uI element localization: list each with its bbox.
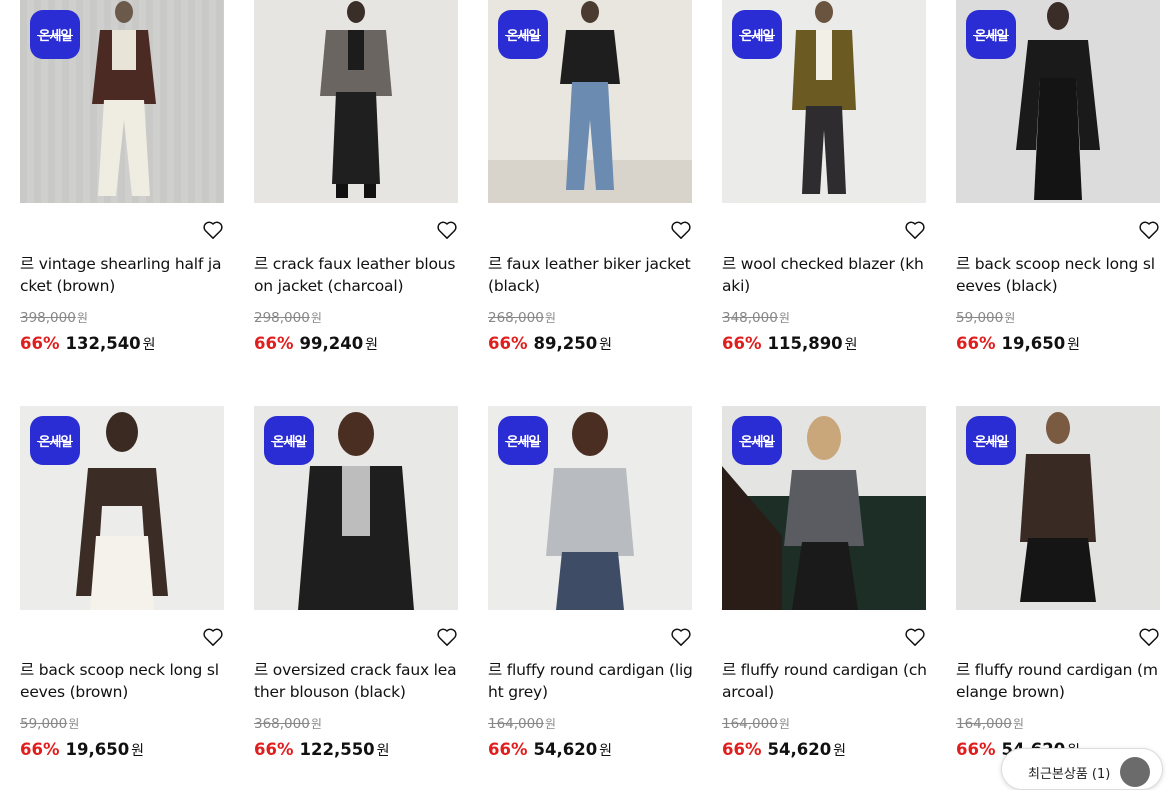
discount-rate: 66% — [722, 334, 762, 353]
original-price: 164,000원 — [956, 716, 1024, 732]
on-sale-badge: 온세일 — [498, 416, 548, 465]
product-card[interactable]: 온세일 르 fluffy round cardigan (charcoal) 1… — [722, 406, 928, 770]
product-card[interactable]: 온세일 르 faux leather biker jacket (black) … — [488, 0, 692, 360]
product-title[interactable]: 르 faux leather biker jacket (black) — [488, 253, 694, 297]
original-price: 368,000원 — [254, 716, 322, 732]
discount-rate: 66% — [20, 740, 60, 759]
product-card[interactable]: 온세일 르 wool checked blazer (khaki) 348,00… — [722, 0, 926, 360]
discount-rate: 66% — [488, 740, 528, 759]
sale-price: 66% 19,650 원 — [20, 740, 145, 759]
heart-icon[interactable] — [904, 627, 926, 647]
sale-price: 66% 19,650 원 — [956, 334, 1081, 353]
discount-rate: 66% — [722, 740, 762, 759]
recent-products-label: 최근본상품 (1) — [1028, 767, 1111, 782]
product-title[interactable]: 르 back scoop neck long sleeves (black) — [956, 253, 1162, 297]
original-price: 164,000원 — [722, 716, 790, 732]
product-title[interactable]: 르 back scoop neck long sleeves (brown) — [20, 659, 226, 703]
original-price: 59,000원 — [956, 310, 1016, 326]
product-card[interactable]: 온세일 르 back scoop neck long sleeves (brow… — [20, 406, 224, 770]
on-sale-badge: 온세일 — [498, 10, 548, 59]
product-title[interactable]: 르 crack faux leather blouson jacket (cha… — [254, 253, 460, 297]
product-title[interactable]: 르 vintage shearling half jacket (brown) — [20, 253, 226, 297]
original-price: 348,000원 — [722, 310, 790, 326]
sale-price: 66% 99,240 원 — [254, 334, 379, 353]
original-price: 398,000원 — [20, 310, 88, 326]
on-sale-badge: 온세일 — [30, 10, 80, 59]
product-card[interactable]: 온세일 르 fluffy round cardigan (light grey)… — [488, 406, 694, 770]
product-card[interactable]: 온세일 르 oversized crack faux leather blous… — [254, 406, 458, 770]
discount-rate: 66% — [254, 334, 294, 353]
product-image[interactable]: 온세일 — [488, 406, 692, 610]
product-image[interactable]: 온세일 — [956, 0, 1160, 203]
product-card[interactable]: 온세일 르 fluffy round cardigan (melange bro… — [956, 406, 1160, 770]
discount-rate: 66% — [20, 334, 60, 353]
heart-icon[interactable] — [202, 220, 224, 240]
heart-icon[interactable] — [1138, 627, 1160, 647]
original-price: 298,000원 — [254, 310, 322, 326]
original-price: 164,000원 — [488, 716, 556, 732]
product-image[interactable]: 온세일 — [254, 406, 458, 610]
product-image[interactable] — [254, 0, 458, 203]
sale-price: 66%54,620원 — [488, 740, 613, 759]
on-sale-badge: 온세일 — [264, 416, 314, 465]
discount-rate: 66% — [956, 740, 996, 759]
product-title[interactable]: 르 wool checked blazer (khaki) — [722, 253, 928, 297]
recent-products-button[interactable]: 최근본상품 (1) — [1001, 748, 1163, 790]
heart-icon[interactable] — [1138, 220, 1160, 240]
discount-rate: 66% — [254, 740, 294, 759]
heart-icon[interactable] — [436, 627, 458, 647]
on-sale-badge: 온세일 — [732, 10, 782, 59]
heart-icon[interactable] — [904, 220, 926, 240]
product-card[interactable]: 르 crack faux leather blouson jacket (cha… — [254, 0, 458, 360]
product-image[interactable]: 온세일 — [722, 0, 926, 203]
product-title[interactable]: 르 oversized crack faux leather blouson (… — [254, 659, 460, 703]
product-title[interactable]: 르 fluffy round cardigan (charcoal) — [722, 659, 928, 703]
on-sale-badge: 온세일 — [30, 416, 80, 465]
product-card[interactable]: 온세일 르 back scoop neck long sleeves (blac… — [956, 0, 1160, 360]
original-price: 268,000원 — [488, 310, 556, 326]
heart-icon[interactable] — [436, 220, 458, 240]
sale-price: 66% 132,540 원 — [20, 334, 156, 353]
product-title[interactable]: 르 fluffy round cardigan (light grey) — [488, 659, 694, 703]
original-price: 59,000원 — [20, 716, 80, 732]
on-sale-badge: 온세일 — [966, 10, 1016, 59]
heart-icon[interactable] — [670, 220, 692, 240]
product-card[interactable]: 온세일 르 vintage shearling half jacket (bro… — [20, 0, 224, 360]
product-photo — [254, 0, 458, 203]
heart-icon[interactable] — [670, 627, 692, 647]
on-sale-badge: 온세일 — [966, 416, 1016, 465]
sale-price: 66% 122,550 원 — [254, 740, 390, 759]
sale-price: 66% 89,250 원 — [488, 334, 613, 353]
product-image[interactable]: 온세일 — [20, 406, 224, 610]
heart-icon[interactable] — [202, 627, 224, 647]
product-title[interactable]: 르 fluffy round cardigan (melange brown) — [956, 659, 1162, 703]
product-image[interactable]: 온세일 — [488, 0, 692, 203]
sale-price: 66%54,620원 — [722, 740, 847, 759]
product-image[interactable]: 온세일 — [956, 406, 1160, 610]
sale-price: 66% 115,890 원 — [722, 334, 858, 353]
on-sale-badge: 온세일 — [732, 416, 782, 465]
product-image[interactable]: 온세일 — [722, 406, 926, 610]
product-image[interactable]: 온세일 — [20, 0, 224, 203]
discount-rate: 66% — [956, 334, 996, 353]
recent-product-thumbnail — [1120, 757, 1150, 787]
discount-rate: 66% — [488, 334, 528, 353]
